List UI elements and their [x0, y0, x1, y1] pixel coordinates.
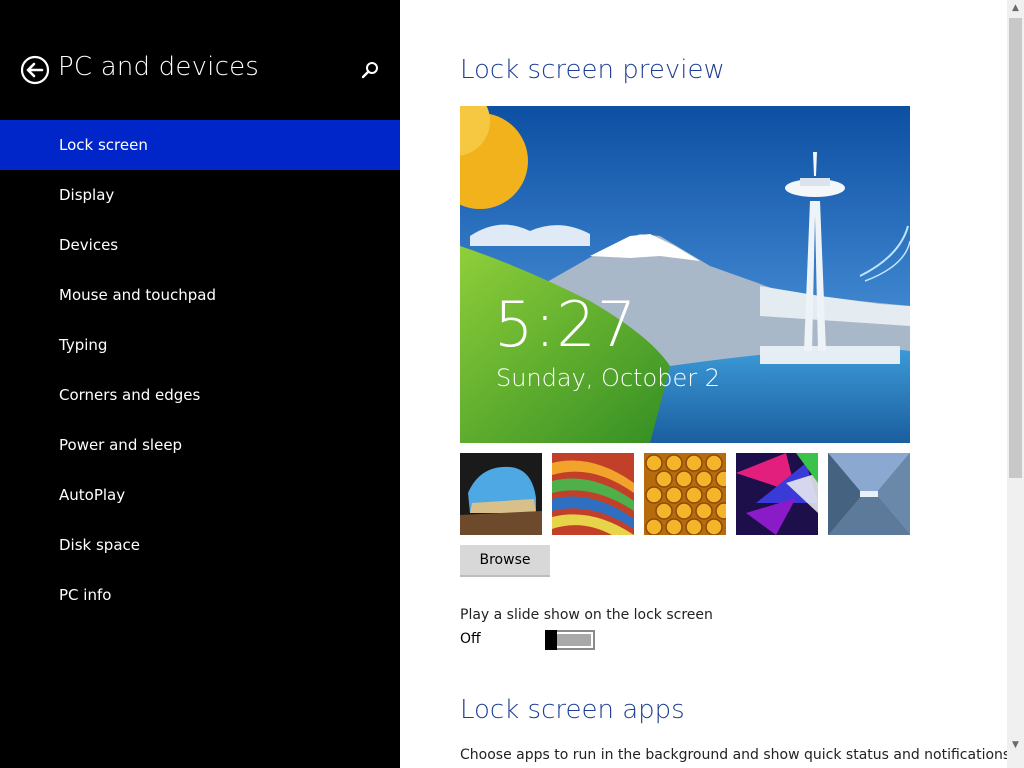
vertical-scrollbar[interactable]: ▲ ▼	[1007, 0, 1024, 768]
thumbnail-tunnel[interactable]	[828, 453, 910, 535]
slideshow-toggle-state: Off	[460, 631, 481, 647]
lock-screen-apps-description: Choose apps to run in the background and…	[460, 747, 1015, 763]
thumbnail-cave-beach[interactable]	[460, 453, 542, 535]
sidebar-item-display[interactable]: Display	[0, 170, 400, 220]
sidebar-item-lock-screen[interactable]: Lock screen	[0, 120, 400, 170]
nav-list: Lock screen Display Devices Mouse and to…	[0, 120, 400, 620]
lock-screen-thumbnails	[460, 453, 910, 535]
lock-screen-date: Sunday, October 2	[496, 364, 721, 392]
lock-screen-time: 5:27	[494, 288, 638, 361]
sidebar: PC and devices Lock screen Display Devic…	[0, 0, 400, 768]
sidebar-item-disk-space[interactable]: Disk space	[0, 520, 400, 570]
slideshow-label: Play a slide show on the lock screen	[460, 607, 713, 623]
lock-screen-preview-heading: Lock screen preview	[460, 55, 725, 85]
back-arrow-icon[interactable]	[20, 55, 50, 85]
lock-screen-apps-heading: Lock screen apps	[460, 695, 685, 725]
sidebar-item-typing[interactable]: Typing	[0, 320, 400, 370]
slideshow-toggle[interactable]	[545, 630, 595, 650]
thumbnail-ribbons[interactable]	[552, 453, 634, 535]
sidebar-item-pc-info[interactable]: PC info	[0, 570, 400, 620]
sidebar-item-autoplay[interactable]: AutoPlay	[0, 470, 400, 520]
browse-button[interactable]: Browse	[460, 545, 550, 577]
sidebar-item-power-and-sleep[interactable]: Power and sleep	[0, 420, 400, 470]
lock-screen-preview-image: 5:27 Sunday, October 2	[460, 106, 910, 443]
sidebar-item-devices[interactable]: Devices	[0, 220, 400, 270]
scroll-down-arrow-icon[interactable]: ▼	[1007, 737, 1024, 754]
thumbnail-honeycomb[interactable]	[644, 453, 726, 535]
scroll-up-arrow-icon[interactable]: ▲	[1007, 0, 1024, 17]
toggle-knob[interactable]	[545, 630, 557, 650]
search-icon[interactable]	[360, 60, 380, 80]
thumbnail-geometric[interactable]	[736, 453, 818, 535]
main-content: Lock screen preview 5:27 Sunday, October…	[400, 0, 1015, 768]
sidebar-item-corners-and-edges[interactable]: Corners and edges	[0, 370, 400, 420]
scrollbar-thumb[interactable]	[1009, 18, 1022, 478]
sidebar-item-mouse-and-touchpad[interactable]: Mouse and touchpad	[0, 270, 400, 320]
toggle-track	[555, 634, 591, 646]
page-title: PC and devices	[58, 52, 260, 82]
